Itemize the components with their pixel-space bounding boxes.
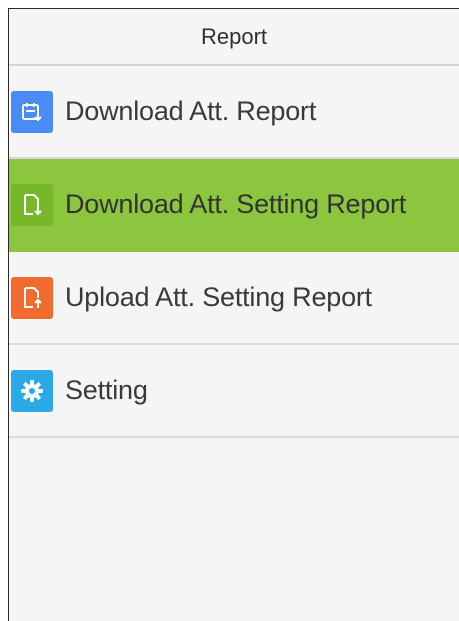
- menu-item-download-att-report[interactable]: Download Att. Report: [9, 66, 459, 159]
- gear-icon: [11, 369, 53, 412]
- empty-list-area: [9, 438, 459, 608]
- menu-item-label: Upload Att. Setting Report: [65, 282, 372, 312]
- document-upload-icon: [11, 276, 53, 319]
- menu-item-setting[interactable]: Setting: [9, 345, 459, 438]
- document-download-icon: [11, 183, 53, 226]
- menu-item-label: Download Att. Report: [65, 96, 317, 126]
- menu-item-label: Download Att. Setting Report: [65, 189, 407, 219]
- page-title: Report: [200, 23, 268, 49]
- menu-item-upload-att-setting-report[interactable]: Upload Att. Setting Report: [9, 252, 459, 345]
- menu-item-label: Setting: [65, 375, 148, 405]
- calendar-download-icon: [11, 90, 53, 133]
- report-screen: Report Download Att. Report Download Att…: [8, 8, 459, 621]
- menu-item-download-att-setting-report[interactable]: Download Att. Setting Report: [9, 159, 459, 252]
- screen-header: Report: [9, 9, 459, 66]
